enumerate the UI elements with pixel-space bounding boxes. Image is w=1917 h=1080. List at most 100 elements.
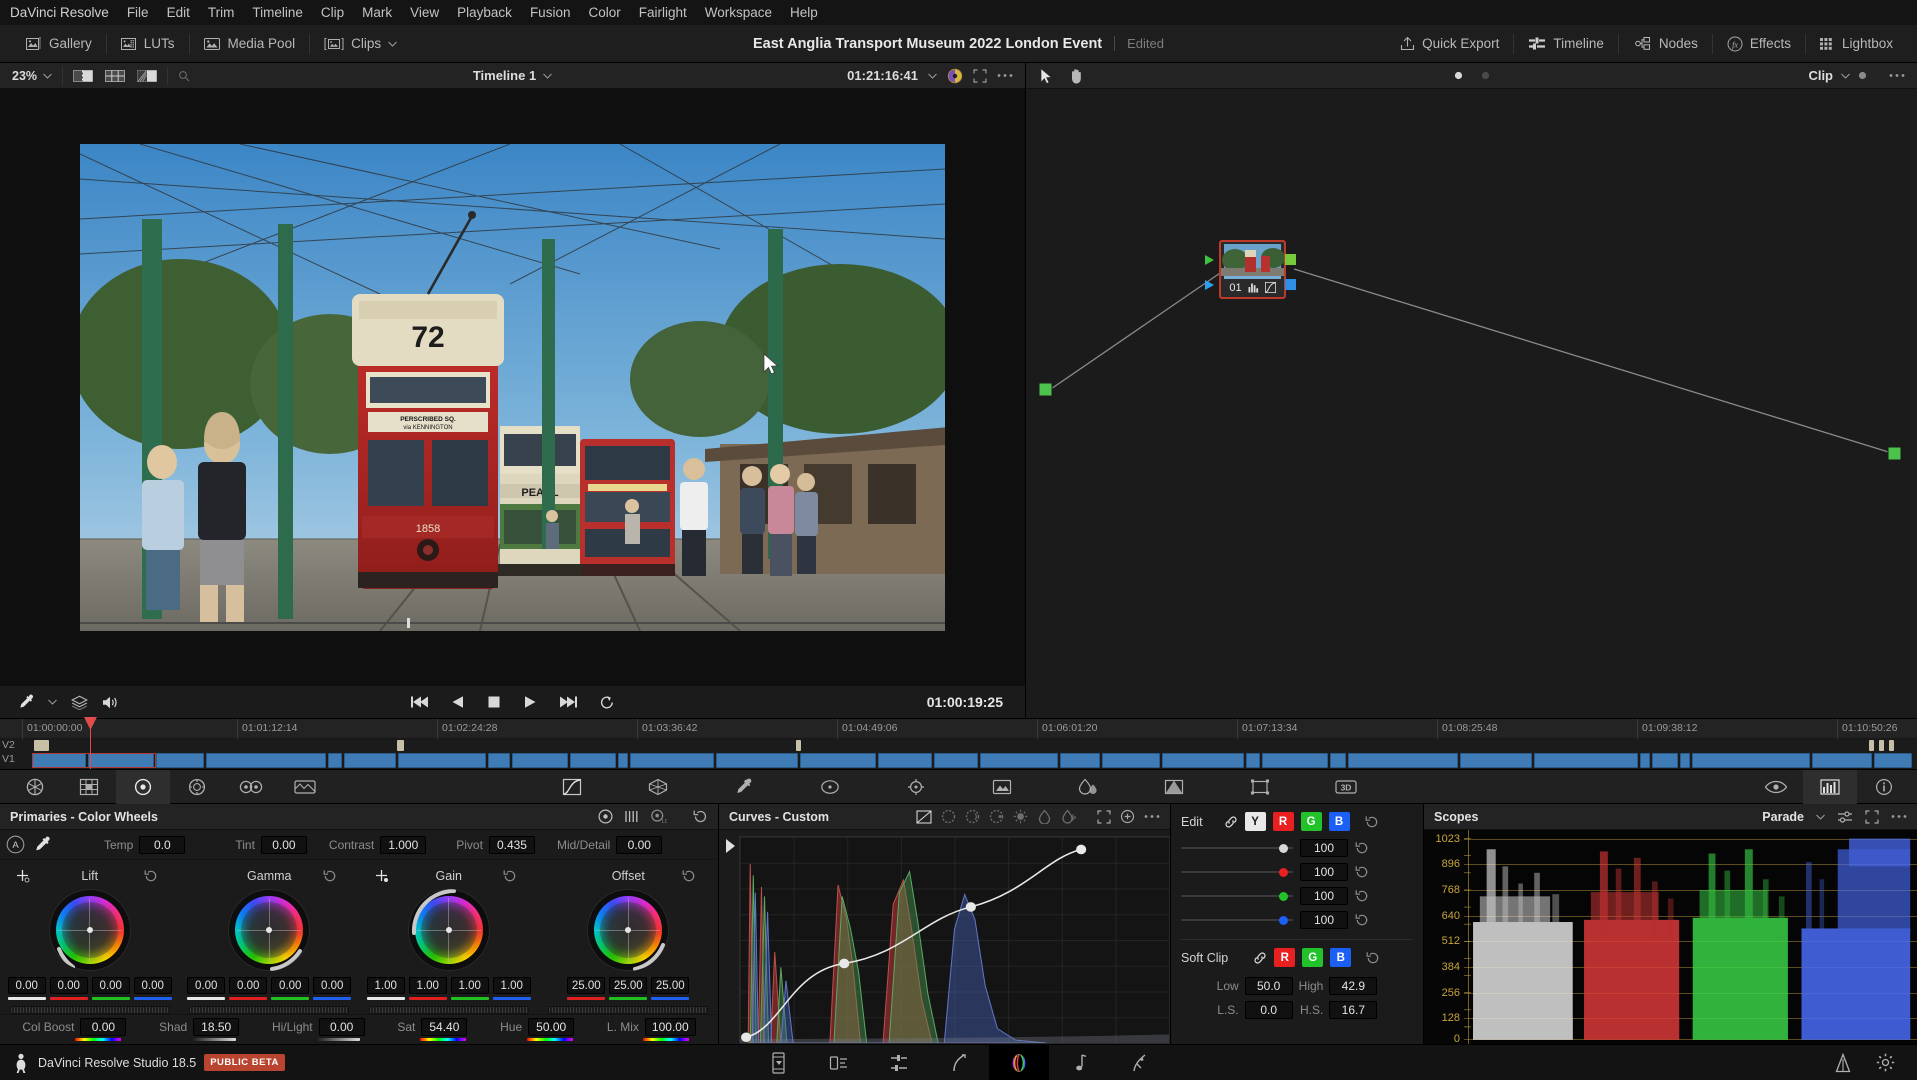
luts-button[interactable]: LUTs [107, 29, 189, 59]
g-slider[interactable] [1181, 890, 1293, 902]
sat-vs-sat-icon[interactable] [1037, 809, 1052, 824]
tracker-button[interactable] [889, 770, 943, 804]
mid-detail-value[interactable]: 0.00 [616, 835, 663, 854]
scopes-toggle-button[interactable] [1803, 769, 1857, 804]
color-match-button[interactable] [62, 770, 116, 804]
track-v1[interactable] [22, 753, 1917, 768]
bars-mode-icon[interactable] [624, 809, 639, 824]
b-slider[interactable] [1181, 914, 1293, 926]
menu-item-fairlight[interactable]: Fairlight [639, 5, 687, 20]
node-nav-dot-active[interactable] [1454, 71, 1463, 80]
offset-wheel[interactable] [587, 889, 670, 971]
nodes-toggle-button[interactable]: Nodes [1619, 29, 1712, 59]
offset-reset-icon[interactable] [682, 869, 696, 883]
chevron-down-icon[interactable] [1816, 814, 1825, 820]
page-button-media[interactable] [749, 1045, 809, 1080]
temp-value[interactable]: 0.0 [139, 835, 186, 854]
scope-expand-icon[interactable] [1865, 809, 1879, 824]
node-01[interactable]: 01 [1205, 240, 1296, 299]
clip-marker[interactable] [397, 740, 404, 751]
gain-picker-icon[interactable] [375, 869, 389, 883]
menu-brand[interactable]: DaVinci Resolve [10, 5, 109, 20]
page-button-color[interactable] [988, 1044, 1049, 1080]
parade-scope[interactable]: 1023 896 768 640 512 384 256 128 0 [1424, 830, 1917, 1045]
mode-badge[interactable]: A [6, 835, 25, 854]
menu-item-mark[interactable]: Mark [362, 5, 392, 20]
color-warper-button[interactable] [631, 770, 685, 804]
menu-item-edit[interactable]: Edit [167, 5, 190, 20]
r-slider[interactable] [1181, 866, 1293, 878]
magic-mask-button[interactable] [975, 770, 1029, 804]
motion-effects-button[interactable] [278, 770, 332, 804]
rgb-mixer-button[interactable] [170, 770, 224, 804]
curve-options-icon[interactable] [1144, 814, 1160, 819]
lightbox-button[interactable]: Lightbox [1806, 29, 1907, 59]
softclip-low-value[interactable]: 50.0 [1244, 977, 1293, 995]
camera-raw-button[interactable] [8, 770, 62, 804]
timeline-playhead[interactable] [84, 717, 97, 769]
scrubber-handle[interactable] [406, 618, 410, 628]
timeline-tracks[interactable]: V2 V1 [0, 739, 1917, 770]
play-reverse-button[interactable] [451, 695, 465, 709]
g-reset-icon[interactable] [1355, 889, 1369, 903]
timeline-ruler[interactable]: 01:00:00:00 01:01:12:14 01:02:24:28 01:0… [0, 719, 1917, 739]
info-button[interactable] [1857, 770, 1911, 804]
lift-reset-icon[interactable] [144, 869, 158, 883]
curve-expand-icon[interactable] [1097, 809, 1111, 824]
reset-primaries-icon[interactable] [693, 809, 708, 824]
clip-marker[interactable] [1879, 740, 1884, 751]
qualifier-button[interactable] [717, 770, 771, 804]
menu-item-file[interactable]: File [127, 5, 149, 20]
timeline-name-selector[interactable]: Timeline 1 [0, 68, 1025, 83]
channel-chip-r[interactable]: R [1272, 812, 1294, 831]
hilight-bar[interactable] [314, 1038, 361, 1041]
menu-item-clip[interactable]: Clip [321, 5, 344, 20]
contrast-value[interactable]: 1.000 [380, 835, 427, 854]
jump-to-start-button[interactable] [410, 695, 429, 709]
track-v2[interactable] [22, 739, 1917, 752]
timeline-panel[interactable]: 01:00:00:00 01:01:12:14 01:02:24:28 01:0… [0, 717, 1917, 770]
channel-chip-b[interactable]: B [1328, 812, 1350, 831]
menu-item-timeline[interactable]: Timeline [252, 5, 303, 20]
gain-reset-icon[interactable] [503, 869, 517, 883]
page-button-deliver[interactable] [1109, 1045, 1169, 1080]
b-reset-icon[interactable] [1355, 913, 1369, 927]
softclip-chip-g[interactable]: G [1302, 948, 1324, 967]
stop-button[interactable] [487, 695, 501, 709]
gamma-wheel[interactable] [228, 889, 311, 971]
sat-bar[interactable] [420, 1038, 467, 1041]
gain-wheel[interactable] [407, 889, 490, 971]
log-mode-icon[interactable]: LOG [650, 809, 667, 824]
hue-vs-lum-icon[interactable] [989, 809, 1004, 824]
gallery-button[interactable]: Gallery [12, 29, 106, 59]
softclip-high-value[interactable]: 42.9 [1329, 977, 1378, 995]
curve-canvas[interactable] [739, 836, 1170, 1044]
r-value[interactable]: 100 [1300, 863, 1348, 881]
log-wheels-button[interactable] [224, 770, 278, 804]
clips-button[interactable]: Clips [310, 29, 411, 59]
offset-master-slider[interactable] [548, 1006, 709, 1014]
link-softclip-icon[interactable] [1253, 951, 1267, 965]
eyedropper-icon[interactable] [34, 836, 51, 853]
page-button-edit[interactable] [869, 1045, 929, 1080]
softclip-chip-b[interactable]: B [1330, 948, 1352, 967]
hue-vs-hue-icon[interactable] [941, 809, 956, 824]
node-nav-dot[interactable] [1481, 71, 1490, 80]
gain-master-slider[interactable] [368, 1006, 529, 1014]
b-value[interactable]: 100 [1300, 911, 1348, 929]
curves-palette-button[interactable] [545, 770, 599, 804]
wheels-mode-icon[interactable] [598, 809, 613, 824]
play-forward-button[interactable] [523, 695, 537, 709]
menu-item-color[interactable]: Color [588, 5, 620, 20]
curve-reset-icon[interactable] [1120, 809, 1135, 824]
clip-marker[interactable] [1889, 740, 1894, 751]
power-windows-button[interactable] [803, 770, 857, 804]
y-reset-icon[interactable] [1355, 841, 1369, 855]
channel-chip-y[interactable]: Y [1244, 812, 1266, 831]
lift-wheel[interactable] [48, 889, 131, 971]
menu-item-fusion[interactable]: Fusion [530, 5, 571, 20]
sizing-button[interactable] [1233, 770, 1287, 804]
sat-value[interactable]: 54.40 [421, 1018, 468, 1036]
clip-marker[interactable] [796, 740, 801, 751]
blur-button[interactable] [1061, 770, 1115, 804]
